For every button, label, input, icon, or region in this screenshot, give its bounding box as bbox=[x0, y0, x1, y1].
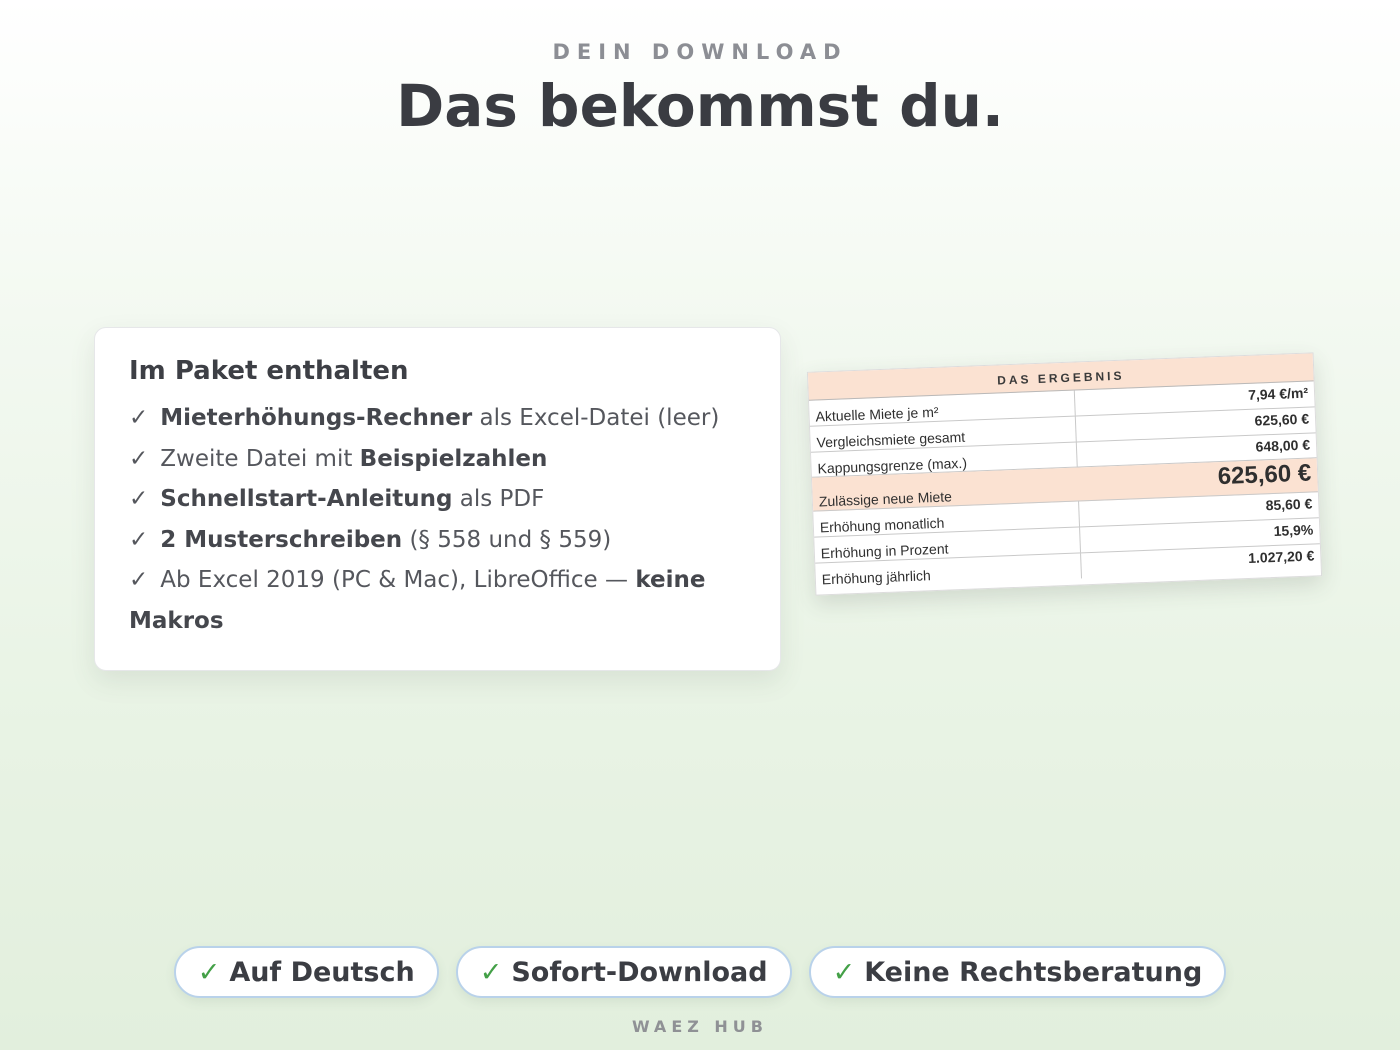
check-icon: ✓ bbox=[129, 445, 149, 472]
package-card: Im Paket enthalten ✓ Mieterhöhungs-Rechne… bbox=[94, 327, 781, 671]
badge-instant-download: ✓ Sofort-Download bbox=[455, 946, 792, 998]
check-icon: ✓ bbox=[129, 486, 149, 512]
badge-label: Sofort-Download bbox=[511, 956, 768, 988]
check-icon: ✓ bbox=[197, 956, 221, 988]
badge-german: ✓ Auf Deutsch bbox=[173, 946, 439, 998]
list-item: ✓ 2 Musterschreiben (§ 558 und § 559) bbox=[129, 526, 612, 553]
feature-badges: ✓ Auf Deutsch ✓ Sofort-Download ✓ Keine … bbox=[0, 946, 1400, 998]
check-icon: ✓ bbox=[832, 956, 856, 988]
check-icon: ✓ bbox=[129, 526, 149, 553]
result-sheet-preview: DAS ERGEBNIS Aktuelle Miete je m² 7,94 €… bbox=[806, 352, 1323, 596]
eyebrow-label: DEIN DOWNLOAD bbox=[552, 40, 848, 64]
badge-label: Auf Deutsch bbox=[229, 956, 415, 988]
footer-brand: WAEZ HUB bbox=[632, 1017, 768, 1036]
badge-no-legal-advice: ✓ Keine Rechtsberatung bbox=[808, 946, 1227, 998]
list-item: ✓ Ab Excel 2019 (PC & Mac), LibreOffice —… bbox=[129, 567, 706, 634]
package-heading: Im Paket enthalten bbox=[129, 356, 409, 386]
list-item: ✓ Schnellstart-Anleitung als PDF bbox=[129, 486, 545, 512]
list-item: ✓ Zweite Datei mit Beispielzahlen bbox=[129, 445, 548, 472]
badge-label: Keine Rechtsberatung bbox=[864, 956, 1203, 988]
check-icon: ✓ bbox=[129, 567, 149, 593]
check-icon: ✓ bbox=[479, 956, 503, 988]
page-title: Das bekommst du. bbox=[396, 72, 1004, 140]
package-list: ✓ Mieterhöhungs-Rechner als Excel-Datei (… bbox=[129, 398, 746, 641]
list-item: ✓ Mieterhöhungs-Rechner als Excel-Datei (… bbox=[129, 405, 720, 431]
check-icon: ✓ bbox=[129, 405, 149, 431]
